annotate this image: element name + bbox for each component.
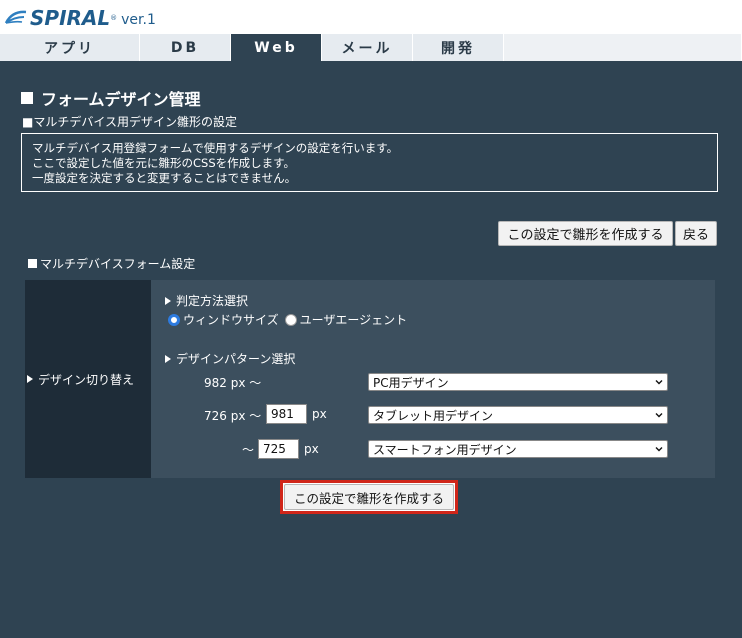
back-button[interactable]: 戻る [675,221,717,246]
tablet-unit-label: px [312,407,327,421]
page-title: フォームデザイン管理 [21,86,201,110]
tab-mail[interactable]: メール [322,34,413,61]
radio-window-size-label[interactable]: ウィンドウサイズ [183,311,279,328]
tab-dev[interactable]: 開発 [413,34,504,61]
tab-web[interactable]: Web [231,34,322,61]
smartphone-design-select-value: スマートフォン用デザイン [373,442,517,457]
chevron-down-icon [655,413,663,418]
tab-app[interactable]: アプリ [0,34,140,61]
tablet-range-label: 726 px 〜 [204,409,262,423]
logo-registered: ® [110,14,118,22]
section-title: マルチデバイスフォーム設定 [28,255,195,272]
chevron-down-icon [655,447,663,452]
smartphone-unit-label: px [304,442,319,456]
pc-design-select-value: PC用デザイン [373,375,449,390]
tab-empty [504,34,742,61]
smartphone-design-select[interactable]: スマートフォン用デザイン [368,440,668,458]
triangle-right-icon [27,375,33,383]
logo-version: ver.1 [121,12,156,28]
spiral-logo[interactable]: SPIRAL ® ver.1 [4,6,156,30]
judge-method-title: 判定方法選択 [176,294,249,308]
radio-user-agent-label[interactable]: ユーザエージェント [300,311,408,328]
pattern-heading: デザインパターン選択 [165,350,295,367]
tablet-design-select-value: タブレット用デザイン [373,408,494,423]
judge-method-options: ウィンドウサイズ ユーザエージェント [168,311,407,328]
app-header: SPIRAL ® ver.1 [0,0,742,34]
chevron-down-icon [655,380,663,385]
triangle-right-icon [165,296,171,305]
info-box: マルチデバイス用登録フォームで使用するデザインの設定を行います。 ここで設定した… [21,133,718,192]
page-subtitle: ■マルチデバイス用デザイン雛形の設定 [22,115,237,129]
info-line: 一度設定を決定すると変更することはできません。 [32,171,297,185]
settings-table: デザイン切り替え 判定方法選択 ウィンドウサイズ ユーザエージェント デザインパ… [25,280,715,478]
create-template-button-highlighted[interactable]: この設定で雛形を作成する [280,480,458,514]
smartphone-range-label: 〜 [242,443,255,457]
info-line: マルチデバイス用登録フォームで使用するデザインの設定を行います。 [32,141,399,155]
info-line: ここで設定した値を元に雛形のCSSを作成します。 [32,156,295,170]
pattern-title: デザインパターン選択 [176,352,296,366]
section-title-text: マルチデバイスフォーム設定 [40,257,196,271]
logo-text: SPIRAL [30,6,111,30]
design-switch-label: デザイン切り替え [25,280,151,478]
spiral-logo-icon [4,10,27,24]
create-template-button[interactable]: この設定で雛形を作成する [284,484,454,510]
judge-method-heading: 判定方法選択 [165,292,248,309]
page-title-text: フォームデザイン管理 [41,90,201,109]
tab-db[interactable]: DB [140,34,231,61]
radio-user-agent[interactable] [284,313,297,326]
main-tabs: アプリ DB Web メール 開発 [0,34,742,61]
design-switch-label-text: デザイン切り替え [38,372,135,387]
radio-window-size[interactable] [168,313,180,326]
tablet-max-input[interactable]: 981 [266,404,307,424]
pc-design-select[interactable]: PC用デザイン [368,373,668,391]
triangle-right-icon [165,354,171,363]
section-square-icon [28,259,37,268]
title-square-icon [21,92,33,104]
smartphone-max-input[interactable]: 725 [258,439,299,459]
pc-range-label: 982 px 〜 [204,376,262,390]
create-template-button-top[interactable]: この設定で雛形を作成する [498,221,673,246]
tablet-design-select[interactable]: タブレット用デザイン [368,406,668,424]
